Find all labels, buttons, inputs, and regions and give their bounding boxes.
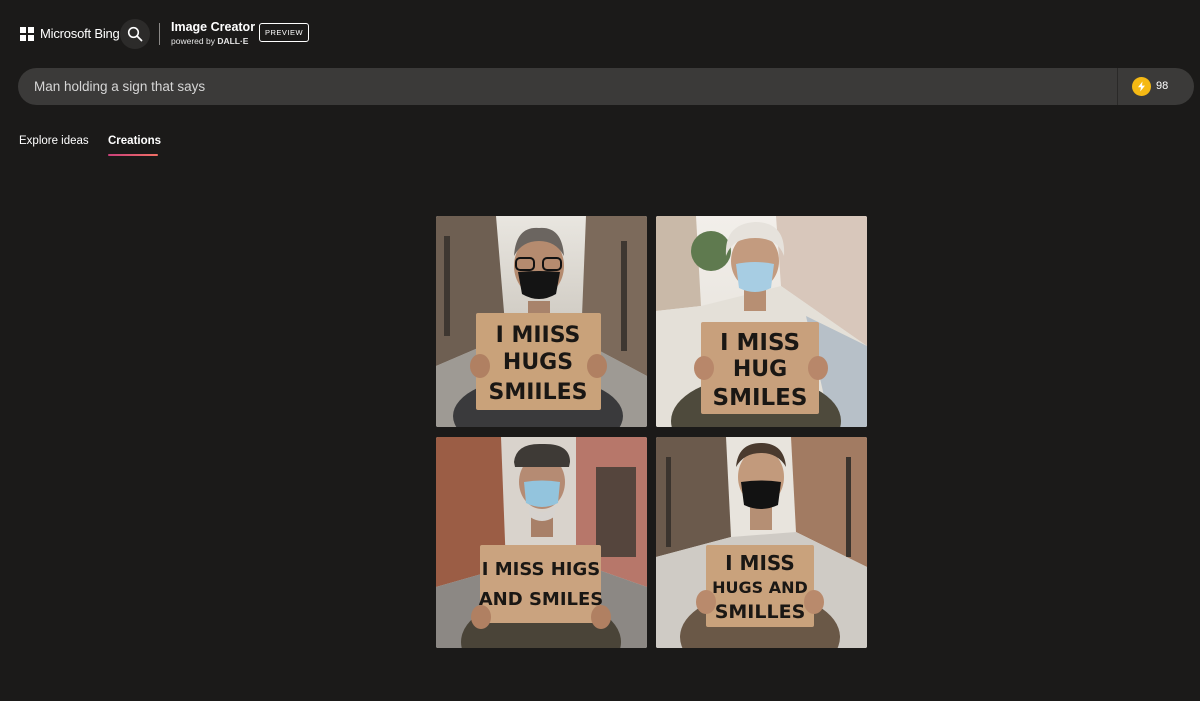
generated-image-2[interactable]: I MISS HUG SMILES [656, 216, 867, 427]
search-icon [127, 26, 143, 42]
generated-image-3[interactable]: I MISS HIGS AND SMILES [436, 437, 647, 648]
boost-count: 98 [1156, 80, 1169, 92]
tab-explore-ideas[interactable]: Explore ideas [19, 135, 89, 147]
active-tab-underline [108, 154, 158, 156]
generated-image-1[interactable]: I MIISS HUGS SMIILES [436, 216, 647, 427]
image-creator-brand[interactable]: Image Creator powered by DALL·E [171, 20, 255, 47]
sign-line: AND SMILES [479, 589, 604, 610]
microsoft-bing-logo[interactable]: Microsoft Bing [20, 26, 120, 41]
sign-line: HUG [733, 357, 787, 382]
search-button[interactable] [120, 19, 150, 49]
boost-coin-icon[interactable] [1132, 77, 1151, 96]
sign-line: SMIILES [489, 380, 588, 405]
header-divider [159, 23, 160, 45]
sign-line: SMILLES [715, 601, 806, 623]
sign-line: HUGS [503, 350, 573, 375]
sign-line: I MISS [720, 330, 800, 356]
sign-line: HUGS AND [712, 578, 808, 597]
generated-image-4[interactable]: I MISS HUGS AND SMILLES [656, 437, 867, 648]
preview-badge: PREVIEW [259, 23, 309, 42]
prompt-input[interactable] [34, 68, 1094, 105]
tab-creations[interactable]: Creations [108, 135, 161, 147]
sign-line: I MIISS [496, 323, 581, 348]
lightning-icon [1138, 81, 1145, 92]
sign-line: I MISS HIGS [482, 559, 600, 580]
app-title: Image Creator [171, 20, 256, 34]
prompt-bar: 98 [18, 68, 1194, 105]
microsoft-logo-icon [20, 26, 34, 41]
sign-line: SMILES [713, 385, 808, 411]
powered-by-text: powered by DALL·E [171, 36, 249, 46]
logo-text: Microsoft Bing [40, 26, 120, 41]
image-results-grid: I MIISS HUGS SMIILES I MISS HUG SMILES I… [436, 216, 867, 648]
sign-line: I MISS [725, 551, 795, 575]
prompt-bar-divider [1117, 68, 1118, 105]
